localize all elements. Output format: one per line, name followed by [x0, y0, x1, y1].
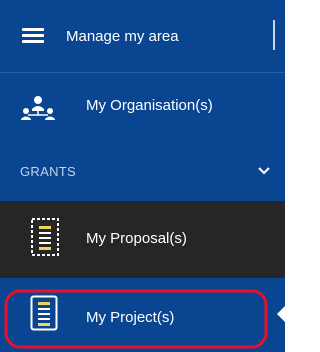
collapse-arrow-icon[interactable] — [277, 306, 285, 322]
sidebar-header: Manage my area — [0, 0, 285, 72]
sidebar-item-organisations[interactable]: My Organisation(s) — [0, 73, 285, 141]
sidebar: Manage my area My Organisation(s) GRANTS — [0, 0, 285, 352]
hamburger-menu-icon[interactable] — [22, 28, 44, 44]
organisation-network-icon — [21, 96, 55, 120]
sidebar-item-label: My Proposal(s) — [86, 230, 187, 247]
chevron-down-icon[interactable] — [256, 163, 272, 179]
sidebar-item-proposals[interactable]: My Proposal(s) — [0, 201, 285, 278]
proposal-document-icon — [31, 218, 59, 256]
header-divider — [273, 20, 275, 50]
grants-section-header[interactable]: GRANTS — [0, 141, 285, 201]
highlight-annotation — [4, 289, 268, 349]
section-label: GRANTS — [20, 164, 76, 179]
header-title[interactable]: Manage my area — [66, 28, 179, 46]
sidebar-item-label: My Organisation(s) — [86, 97, 213, 114]
